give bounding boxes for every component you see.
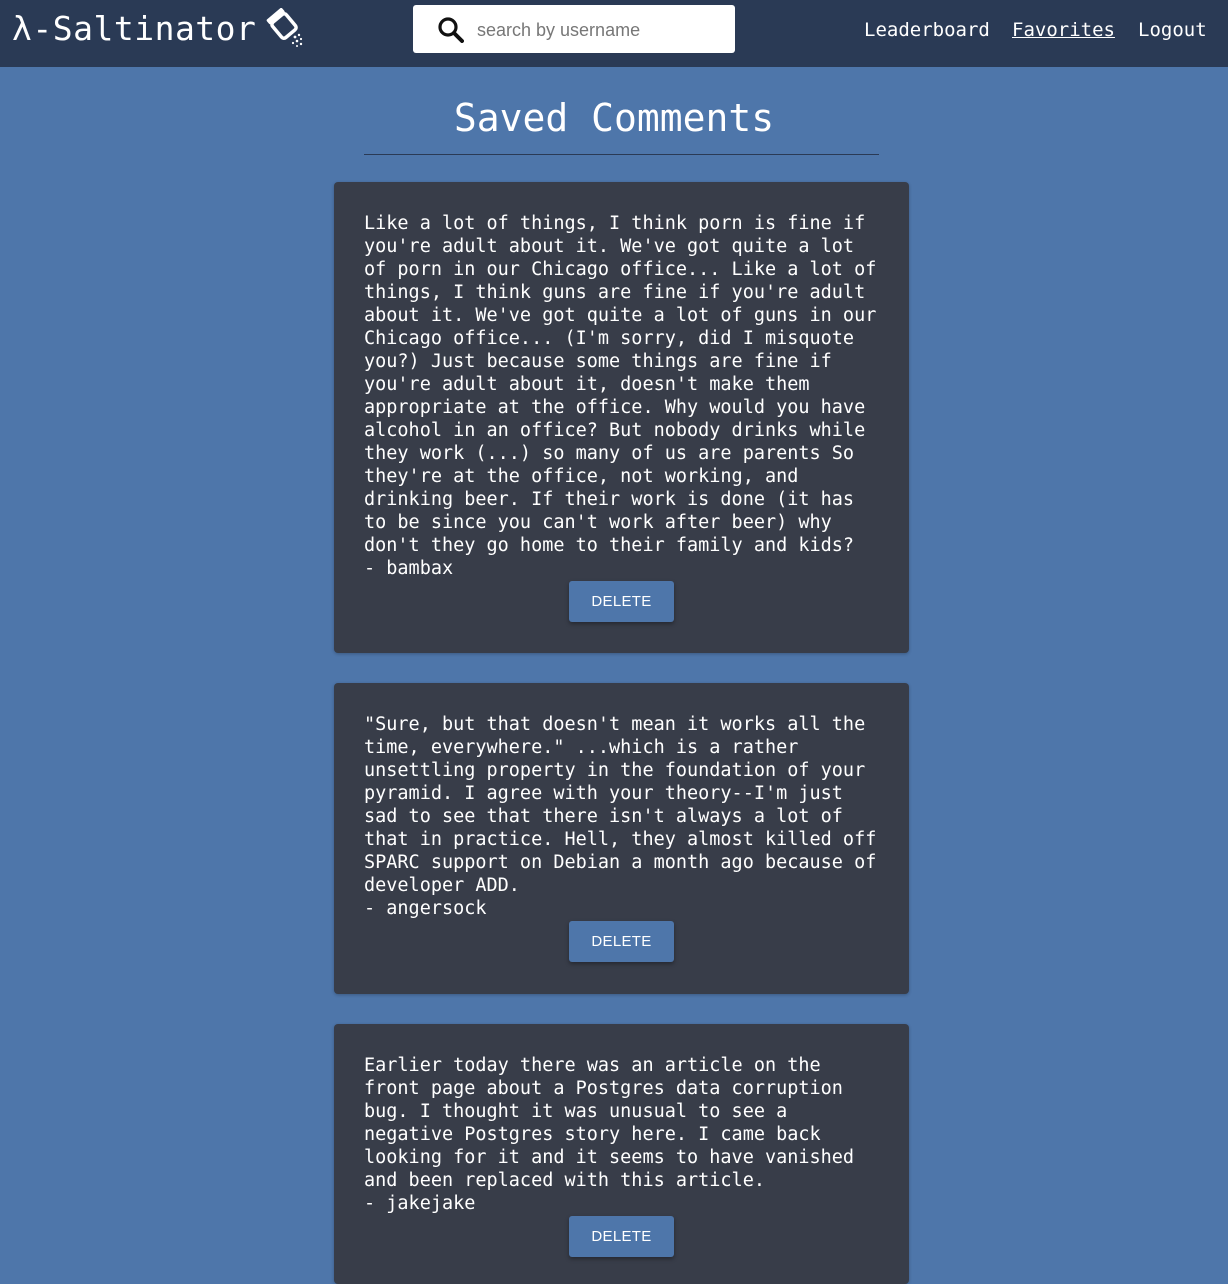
comment-author: - angersock [364,898,487,919]
page-title: Saved Comments [453,96,775,140]
comment-card: "Sure, but that doesn't mean it works al… [334,683,909,994]
comment-card: Earlier today there was an article on th… [334,1024,909,1284]
nav-favorites-link[interactable]: Favorites [1012,18,1115,42]
comment-text: Like a lot of things, I think porn is fi… [364,213,888,556]
delete-button[interactable]: DELETE [569,1216,674,1257]
brand-logo[interactable]: λ-Saltinator [12,7,306,50]
delete-button[interactable]: DELETE [569,921,674,962]
comment-author: - bambax [364,558,454,579]
brand-title: λ-Saltinator [12,9,257,48]
comment-author: - jakejake [364,1193,476,1214]
search-input[interactable] [475,5,729,55]
nav-logout-link[interactable]: Logout [1138,18,1207,42]
salt-shaker-icon [266,7,306,50]
comment-card: Like a lot of things, I think porn is fi… [334,182,909,653]
top-navbar: λ-Saltinator search by username Leaderbo… [0,0,1228,67]
comment-text: "Sure, but that doesn't mean it works al… [364,714,888,896]
delete-button[interactable]: DELETE [569,581,674,622]
nav-leaderboard-link[interactable]: Leaderboard [864,18,990,42]
title-divider [364,154,879,155]
search-icon [437,16,464,43]
search-box [413,5,735,55]
comment-text: Earlier today there was an article on th… [364,1055,866,1191]
